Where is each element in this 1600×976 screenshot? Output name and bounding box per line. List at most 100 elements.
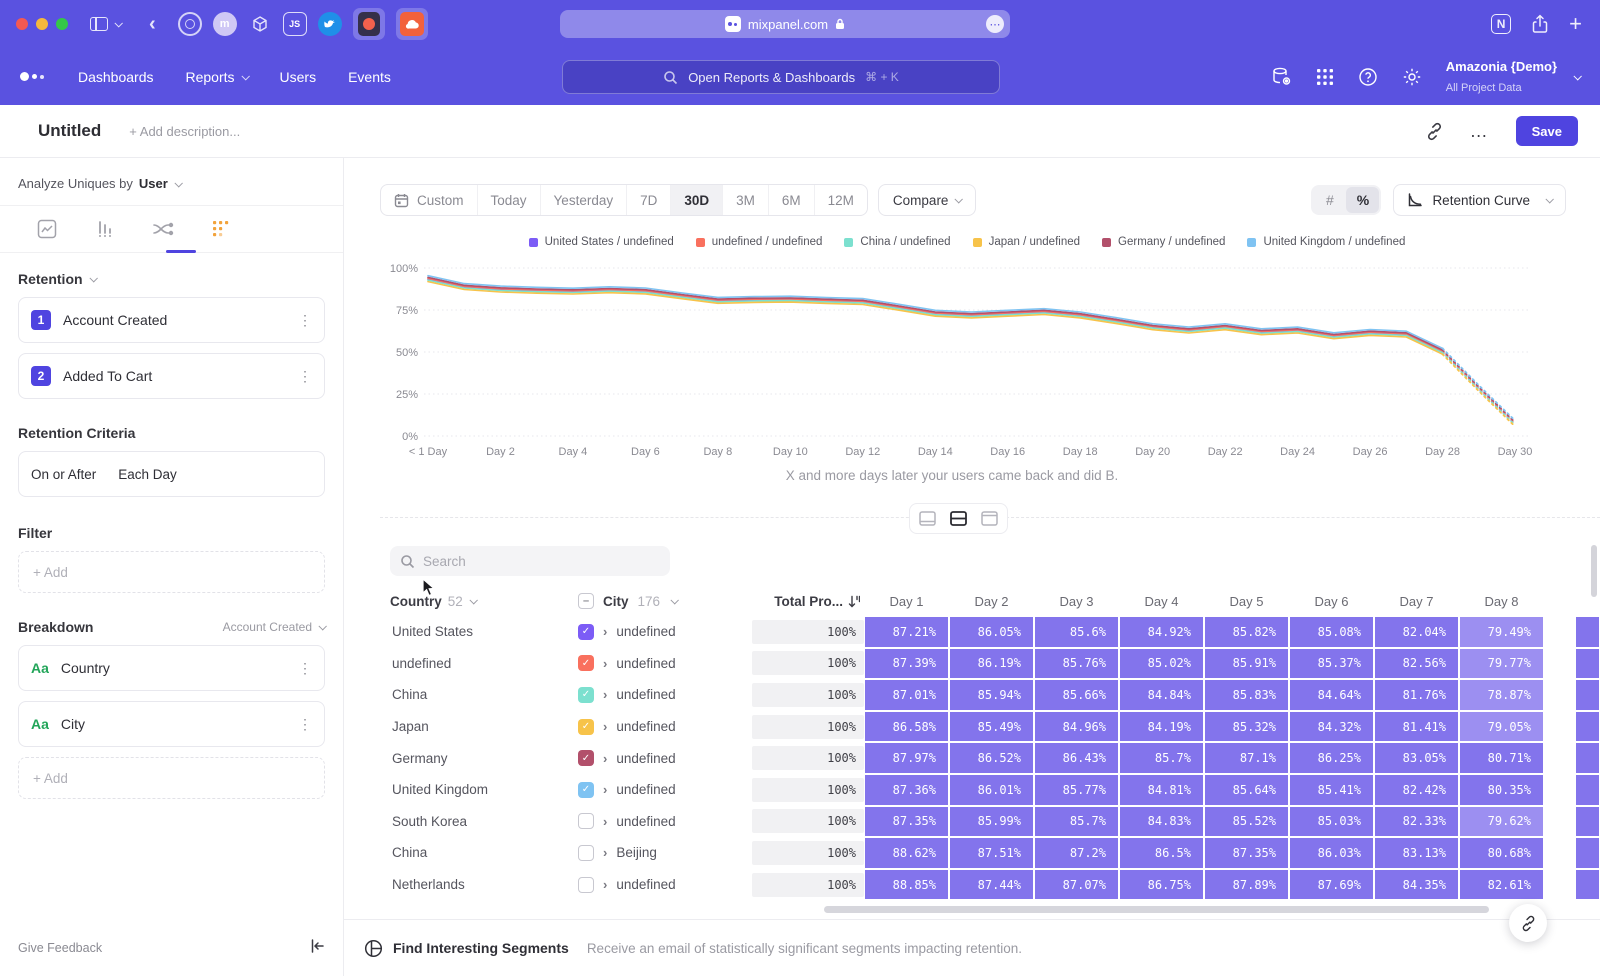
step-card-2[interactable]: 2 Added To Cart ⋮ xyxy=(18,353,325,399)
horizontal-scrollbar[interactable] xyxy=(824,906,1489,913)
retention-value-cell[interactable]: 87.97% xyxy=(864,742,949,774)
close-window-button[interactable] xyxy=(16,18,28,30)
retention-value-cell[interactable]: 85.7% xyxy=(1034,806,1119,838)
country-cell[interactable]: United Kingdom xyxy=(390,782,578,797)
retention-value-cell[interactable]: 82.33% xyxy=(1374,806,1459,838)
browser-back-button[interactable]: ‹ xyxy=(149,14,156,34)
country-cell[interactable]: Germany xyxy=(390,751,578,766)
expand-row-icon[interactable]: › xyxy=(603,877,607,892)
kebab-menu-icon[interactable]: ⋮ xyxy=(298,660,312,677)
country-cell[interactable]: South Korea xyxy=(390,814,578,829)
extension-cloud-icon[interactable] xyxy=(396,8,428,40)
retention-value-cell[interactable]: 85.64% xyxy=(1204,774,1289,806)
range-button-yesterday[interactable]: Yesterday xyxy=(540,185,627,215)
retention-value-cell[interactable]: 78.87% xyxy=(1459,679,1544,711)
retention-value-cell[interactable]: 85.66% xyxy=(1034,679,1119,711)
legend-item[interactable]: United Kingdom / undefined xyxy=(1247,236,1405,248)
expand-row-icon[interactable]: › xyxy=(603,782,607,797)
retention-value-cell[interactable]: 84.84% xyxy=(1119,679,1204,711)
tab-funnels[interactable] xyxy=(88,219,122,239)
criteria-on-or-after[interactable]: On or After xyxy=(31,467,96,482)
collapse-sidebar-icon[interactable] xyxy=(310,939,325,958)
retention-value-cell[interactable]: 86.19% xyxy=(949,648,1034,680)
percent-toggle[interactable]: % xyxy=(1346,187,1379,213)
data-management-icon[interactable] xyxy=(1271,66,1292,87)
retention-value-cell[interactable]: 87.44% xyxy=(949,869,1034,901)
expand-row-icon[interactable]: › xyxy=(603,656,607,671)
chart-type-dropdown[interactable]: Retention Curve xyxy=(1393,184,1566,216)
retention-value-cell[interactable]: 87.1% xyxy=(1204,742,1289,774)
compare-button[interactable]: Compare xyxy=(878,184,977,216)
retention-value-cell[interactable]: 86.58% xyxy=(864,711,949,743)
retention-criteria-card[interactable]: On or After Each Day xyxy=(18,451,325,497)
expand-row-icon[interactable]: › xyxy=(603,845,607,860)
retention-value-cell[interactable]: 87.89% xyxy=(1204,869,1289,901)
retention-value-cell[interactable]: 85.32% xyxy=(1204,711,1289,743)
project-switcher[interactable]: Amazonia {Demo} All Project Data xyxy=(1446,57,1580,97)
series-checkbox[interactable] xyxy=(578,845,594,861)
extension-record-icon[interactable] xyxy=(353,8,385,40)
retention-value-cell[interactable]: 86.5% xyxy=(1119,837,1204,869)
retention-value-cell[interactable]: 85.91% xyxy=(1204,648,1289,680)
retention-value-cell[interactable]: 87.21% xyxy=(864,616,949,648)
retention-value-cell[interactable]: 85.02% xyxy=(1119,648,1204,680)
retention-value-cell[interactable]: 85.6% xyxy=(1034,616,1119,648)
table-search-input[interactable]: Search xyxy=(390,546,670,576)
apps-grid-icon[interactable] xyxy=(1316,68,1334,86)
retention-value-cell[interactable]: 85.49% xyxy=(949,711,1034,743)
retention-value-cell[interactable]: 84.35% xyxy=(1374,869,1459,901)
retention-value-cell[interactable]: 84.19% xyxy=(1119,711,1204,743)
retention-value-cell[interactable]: 86.52% xyxy=(949,742,1034,774)
range-button-6m[interactable]: 6M xyxy=(768,185,814,215)
retention-value-cell[interactable]: 79.77% xyxy=(1459,648,1544,680)
retention-value-cell[interactable]: 79.49% xyxy=(1459,616,1544,648)
retention-value-cell[interactable]: 80.35% xyxy=(1459,774,1544,806)
share-icon[interactable] xyxy=(1531,14,1549,34)
retention-value-cell[interactable]: 82.61% xyxy=(1459,869,1544,901)
series-checkbox[interactable] xyxy=(578,813,594,829)
select-all-checkbox[interactable]: – xyxy=(578,593,594,609)
extension-bird-icon[interactable] xyxy=(318,12,342,36)
settings-gear-icon[interactable] xyxy=(1402,67,1422,87)
legend-item[interactable]: undefined / undefined xyxy=(696,236,823,248)
page-actions-icon[interactable]: ⋯ xyxy=(986,15,1004,33)
retention-value-cell[interactable]: 85.7% xyxy=(1119,742,1204,774)
retention-value-cell[interactable]: 87.35% xyxy=(1204,837,1289,869)
day-column-header[interactable]: Day 5 xyxy=(1204,594,1289,609)
retention-value-cell[interactable]: 85.41% xyxy=(1289,774,1374,806)
retention-value-cell[interactable]: 84.92% xyxy=(1119,616,1204,648)
day-column-header[interactable]: Day 2 xyxy=(949,594,1034,609)
notion-app-icon[interactable]: N xyxy=(1491,14,1511,34)
retention-value-cell[interactable]: 86.43% xyxy=(1034,742,1119,774)
browser-sidebar-toggle[interactable] xyxy=(90,17,121,31)
range-button-3m[interactable]: 3M xyxy=(722,185,768,215)
retention-value-cell[interactable]: 88.62% xyxy=(864,837,949,869)
retention-value-cell[interactable]: 83.13% xyxy=(1374,837,1459,869)
legend-item[interactable]: United States / undefined xyxy=(529,236,674,248)
retention-value-cell[interactable]: 86.25% xyxy=(1289,742,1374,774)
retention-value-cell[interactable]: 81.76% xyxy=(1374,679,1459,711)
retention-value-cell[interactable]: 81.41% xyxy=(1374,711,1459,743)
split-view-icon[interactable] xyxy=(943,506,974,531)
total-column-header[interactable]: Total Pro... xyxy=(752,594,864,609)
country-cell[interactable]: undefined xyxy=(390,656,578,671)
retention-value-cell[interactable]: 86.05% xyxy=(949,616,1034,648)
retention-value-cell[interactable]: 85.77% xyxy=(1034,774,1119,806)
range-button-7d[interactable]: 7D xyxy=(626,185,670,215)
retention-value-cell[interactable]: 85.82% xyxy=(1204,616,1289,648)
day-column-header[interactable]: Day 7 xyxy=(1374,594,1459,609)
mixpanel-logo-icon[interactable] xyxy=(20,72,44,81)
country-cell[interactable]: Netherlands xyxy=(390,877,578,892)
retention-value-cell[interactable]: 87.35% xyxy=(864,806,949,838)
retention-value-cell[interactable]: 82.56% xyxy=(1374,648,1459,680)
share-link-fab[interactable] xyxy=(1509,904,1547,942)
day-column-header[interactable]: Day 8 xyxy=(1459,594,1544,609)
retention-value-cell[interactable]: 85.76% xyxy=(1034,648,1119,680)
country-cell[interactable]: China xyxy=(390,687,578,702)
retention-value-cell[interactable]: 82.04% xyxy=(1374,616,1459,648)
range-button-12m[interactable]: 12M xyxy=(814,185,867,215)
nav-dashboards[interactable]: Dashboards xyxy=(78,69,154,85)
retention-value-cell[interactable]: 86.01% xyxy=(949,774,1034,806)
breakdown-card-country[interactable]: Aa Country ⋮ xyxy=(18,645,325,691)
day-column-header[interactable]: Day 6 xyxy=(1289,594,1374,609)
